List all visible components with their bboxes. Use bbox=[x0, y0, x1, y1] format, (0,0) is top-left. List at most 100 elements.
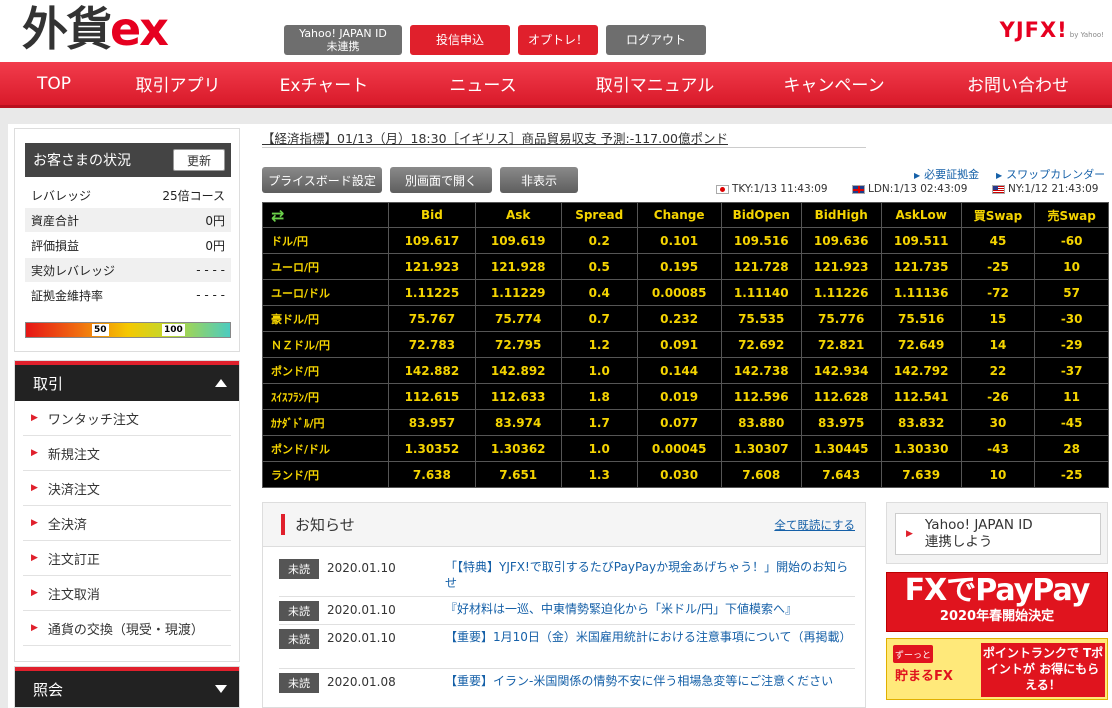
price-row[interactable]: ユーロ/円 121.923 121.928 0.5 0.195 121.728 121.92… bbox=[261, 253, 1109, 280]
status-value: 0円 bbox=[205, 213, 225, 228]
price-open: 109.516 bbox=[720, 227, 802, 254]
status-label: 評価損益 bbox=[31, 238, 80, 253]
price-ask[interactable]: 72.795 bbox=[474, 331, 562, 358]
tpoint-campaign-banner[interactable]: ずーっと 貯まるFX ポイントランクで Tポイントが お得にもらえる！ bbox=[886, 638, 1108, 700]
price-row[interactable]: ポンド/ドル 1.30352 1.30362 1.0 0.00045 1.30307 1.3… bbox=[261, 435, 1109, 462]
price-bid[interactable]: 83.957 bbox=[388, 409, 476, 436]
menu-close-all[interactable]: ▶ 全決済 bbox=[23, 506, 231, 541]
price-row[interactable]: ランド/円 7.638 7.651 1.3 0.030 7.608 7.643 7.639 10… bbox=[261, 461, 1109, 488]
notice-link[interactable]: 『好材料は一巡、中東情勢緊迫化から「米ドル/円」下値模索へ』 bbox=[445, 601, 797, 617]
price-board-settings-button[interactable]: プライスボード設定 bbox=[262, 167, 382, 193]
yjfx-brand-logo[interactable]: YJFX! by Yahoo! bbox=[1000, 18, 1104, 42]
price-row[interactable]: ＮＺドル/円 72.783 72.795 1.2 0.091 72.692 72.821 72… bbox=[261, 331, 1109, 358]
menu-one-touch-order[interactable]: ▶ ワンタッチ注文 bbox=[23, 401, 231, 436]
price-high: 1.11226 bbox=[800, 279, 882, 306]
price-bid[interactable]: 1.11225 bbox=[388, 279, 476, 306]
price-bid[interactable]: 1.30352 bbox=[388, 435, 476, 462]
currency-pair[interactable]: ポンド/円 bbox=[261, 357, 390, 384]
price-bid[interactable]: 7.638 bbox=[388, 461, 476, 488]
gauge-mark-50: 50 bbox=[92, 324, 109, 336]
menu-order-modify[interactable]: ▶ 注文訂正 bbox=[23, 541, 231, 576]
price-ask[interactable]: 121.928 bbox=[474, 253, 562, 280]
nav-trading-app[interactable]: 取引アプリ bbox=[108, 62, 248, 105]
price-sell-swap: 57 bbox=[1034, 279, 1109, 306]
price-ask[interactable]: 1.30362 bbox=[474, 435, 562, 462]
price-ask[interactable]: 109.619 bbox=[474, 227, 562, 254]
menu-new-order[interactable]: ▶ 新規注文 bbox=[23, 436, 231, 471]
currency-pair[interactable]: ランド/円 bbox=[261, 461, 390, 488]
currency-pair[interactable]: ｽｲｽﾌﾗﾝ/円 bbox=[261, 383, 390, 410]
price-buy-swap: 22 bbox=[960, 357, 1036, 384]
price-ask[interactable]: 83.974 bbox=[474, 409, 562, 436]
currency-pair[interactable]: ＮＺドル/円 bbox=[261, 331, 390, 358]
notice-item[interactable]: 未読 2020.01.10 『好材料は一巡、中東情勢緊迫化から「米ドル/円」下値… bbox=[279, 599, 855, 625]
nav-news[interactable]: ニュース bbox=[400, 62, 566, 105]
currency-pair[interactable]: ポンド/ドル bbox=[261, 435, 390, 462]
yahoo-id-connect-link[interactable]: ▶ Yahoo! JAPAN ID 連携しよう bbox=[895, 513, 1101, 555]
nav-campaign[interactable]: キャンペーン bbox=[744, 62, 924, 105]
price-row[interactable]: ｽｲｽﾌﾗﾝ/円 112.615 112.633 1.8 0.019 112.596 112… bbox=[261, 383, 1109, 410]
price-ask[interactable]: 7.651 bbox=[474, 461, 562, 488]
col-header: AskLow bbox=[880, 202, 962, 228]
col-header: BidOpen bbox=[720, 202, 802, 228]
gaika-ex-logo[interactable]: 外貨ex bbox=[22, 2, 169, 56]
yahoo-id-link-button[interactable]: Yahoo! JAPAN ID 未連携 bbox=[284, 25, 402, 55]
col-header: Ask bbox=[474, 202, 562, 228]
price-ask[interactable]: 112.633 bbox=[474, 383, 562, 410]
price-bid[interactable]: 121.923 bbox=[388, 253, 476, 280]
optrade-button[interactable]: オプトレ！ bbox=[518, 25, 598, 55]
price-row[interactable]: ポンド/円 142.882 142.892 1.0 0.144 142.738 142.93… bbox=[261, 357, 1109, 384]
logout-button[interactable]: ログアウト bbox=[606, 25, 706, 55]
price-row[interactable]: 豪ドル/円 75.767 75.774 0.7 0.232 75.535 75.776 75.… bbox=[261, 305, 1109, 332]
menu-order-cancel[interactable]: ▶ 注文取消 bbox=[23, 576, 231, 611]
currency-pair[interactable]: ドル/円 bbox=[261, 227, 390, 254]
nav-trading-manual[interactable]: 取引マニュアル bbox=[566, 62, 744, 105]
price-change: 0.195 bbox=[636, 253, 722, 280]
nav-top[interactable]: TOP bbox=[0, 62, 108, 105]
price-ask[interactable]: 142.892 bbox=[474, 357, 562, 384]
notice-item[interactable]: 未読 2020.01.08 【重要】イラン-米国関係の情勢不安に伴う相場急変等に… bbox=[279, 671, 855, 707]
open-new-window-button[interactable]: 別画面で開く bbox=[390, 167, 492, 193]
price-ask[interactable]: 75.774 bbox=[474, 305, 562, 332]
price-bid[interactable]: 109.617 bbox=[388, 227, 476, 254]
currency-pair[interactable]: 豪ドル/円 bbox=[261, 305, 390, 332]
notice-link[interactable]: 【重要】イラン-米国関係の情勢不安に伴う相場急変等にご注意ください bbox=[445, 673, 833, 689]
inquiry-menu-header[interactable]: 照会 bbox=[15, 667, 239, 707]
refresh-rates-cell[interactable]: ⇄ bbox=[261, 202, 390, 228]
hide-board-button[interactable]: 非表示 bbox=[500, 167, 578, 193]
nav-ex-chart[interactable]: Exチャート bbox=[248, 62, 400, 105]
price-bid[interactable]: 112.615 bbox=[388, 383, 476, 410]
notice-link[interactable]: 「【特典】YJFX!で取引するたびPayPayか現金あげちゃう！」開始のお知らせ bbox=[445, 559, 855, 591]
trade-menu-header[interactable]: 取引 bbox=[15, 361, 239, 401]
price-low: 1.11136 bbox=[880, 279, 962, 306]
economic-indicator-ticker[interactable]: 【経済指標】01/13（月）18:30［イギリス］商品貿易収支 予測:-117.… bbox=[262, 128, 866, 148]
update-button[interactable]: 更新 bbox=[173, 149, 225, 171]
price-row[interactable]: ｶﾅﾀﾞﾄﾞﾙ/円 83.957 83.974 1.7 0.077 83.880 83.97… bbox=[261, 409, 1109, 436]
currency-pair[interactable]: ｶﾅﾀﾞﾄﾞﾙ/円 bbox=[261, 409, 390, 436]
currency-pair[interactable]: ユーロ/ドル bbox=[261, 279, 390, 306]
price-bid[interactable]: 142.882 bbox=[388, 357, 476, 384]
nav-contact[interactable]: お問い合わせ bbox=[924, 62, 1112, 105]
price-ask[interactable]: 1.11229 bbox=[474, 279, 562, 306]
price-high: 83.975 bbox=[800, 409, 882, 436]
notice-item[interactable]: 未読 2020.01.10 【重要】1月10日（金）米国雇用統計における注意事項… bbox=[279, 627, 855, 669]
fund-apply-button[interactable]: 投信申込 bbox=[410, 25, 510, 55]
price-buy-swap: 10 bbox=[960, 461, 1036, 488]
price-row[interactable]: ドル/円 109.617 109.619 0.2 0.101 109.516 109.636… bbox=[261, 227, 1109, 254]
refresh-icon[interactable]: ⇄ bbox=[271, 206, 284, 225]
menu-settlement-order[interactable]: ▶ 決済注文 bbox=[23, 471, 231, 506]
price-row[interactable]: ユーロ/ドル 1.11225 1.11229 0.4 0.00085 1.11140 1.1… bbox=[261, 279, 1109, 306]
notice-link[interactable]: 【重要】1月10日（金）米国雇用統計における注意事項について（再掲載） bbox=[445, 629, 852, 645]
currency-pair[interactable]: ユーロ/円 bbox=[261, 253, 390, 280]
required-margin-link[interactable]: ▶ 必要証拠金 bbox=[914, 166, 979, 182]
menu-currency-exchange[interactable]: ▶ 通貨の交換（現受・現渡） bbox=[23, 611, 231, 646]
mark-all-read-link[interactable]: 全て既読にする bbox=[774, 517, 855, 533]
paypay-campaign-banner[interactable]: FXでPayPay 2020年春開始決定 bbox=[886, 572, 1108, 632]
price-bid[interactable]: 75.767 bbox=[388, 305, 476, 332]
price-open: 121.728 bbox=[720, 253, 802, 280]
price-buy-swap: 14 bbox=[960, 331, 1036, 358]
swap-calendar-link[interactable]: ▶ スワップカレンダー bbox=[996, 166, 1105, 182]
price-bid[interactable]: 72.783 bbox=[388, 331, 476, 358]
notice-item[interactable]: 未読 2020.01.10 「【特典】YJFX!で取引するたびPayPayか現金… bbox=[279, 557, 855, 597]
arrow-right-icon: ▶ bbox=[914, 171, 921, 180]
